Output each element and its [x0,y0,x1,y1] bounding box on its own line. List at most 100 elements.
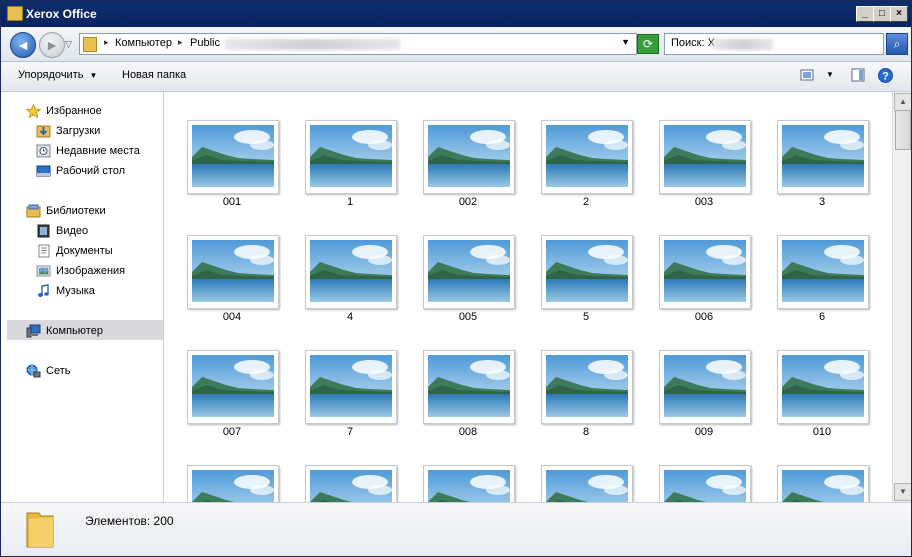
search-button[interactable]: ⌕ [886,33,908,55]
file-tile[interactable] [421,463,517,502]
file-name: 8 [582,426,590,438]
title-bar[interactable]: Xerox Office _ □ × [1,1,911,27]
file-tile[interactable]: 8 [539,348,635,448]
item-count: Элементов: 200 [85,514,174,528]
file-tile[interactable] [539,463,635,502]
file-name: 4 [346,311,354,323]
image-thumbnail [423,465,515,502]
redacted-search-text [713,39,773,50]
new-folder-button[interactable]: Новая папка [122,69,186,81]
search-input[interactable]: Поиск: X [664,33,884,55]
view-dropdown-icon[interactable]: ▼ [826,70,834,79]
nav-item-label: Недавние места [56,145,140,157]
desktop-icon [36,165,51,177]
downloads-icon [36,125,51,138]
file-tile[interactable]: 007 [185,348,281,448]
image-thumbnail [305,120,397,194]
file-tile[interactable]: 3 [775,118,871,218]
nav-computer-label: Компьютер [46,325,103,337]
file-tile[interactable]: 7 [303,348,399,448]
file-tile[interactable]: 1 [303,118,399,218]
scroll-down-button[interactable]: ▼ [894,483,911,501]
file-tile[interactable]: 004 [185,233,281,333]
file-tile[interactable]: 002 [421,118,517,218]
breadcrumb[interactable]: ▸ Компьютер ▸ Public ▼ [79,33,637,55]
file-view: 001 1 002 2 003 3 004 4 005 5 006 6 007 7 008 8 009 010 [164,92,892,502]
image-thumbnail [187,120,279,194]
breadcrumb-computer[interactable]: Компьютер [115,37,172,49]
close-button[interactable]: × [890,6,908,22]
forward-button[interactable]: ► [39,32,65,58]
file-tile[interactable] [185,463,281,502]
organize-button[interactable]: Упорядочить ▼ [18,69,97,81]
image-thumbnail [305,465,397,502]
file-tile[interactable]: 001 [185,118,281,218]
help-icon[interactable]: ? [878,68,893,83]
folder-icon [83,37,97,52]
help-glyph: ? [882,71,889,83]
image-thumbnail [541,465,633,502]
breadcrumb-separator-icon[interactable]: ▸ [178,37,183,48]
file-tile[interactable] [303,463,399,502]
nav-item-label: Загрузки [56,125,101,137]
file-name: 009 [694,426,714,438]
file-tile[interactable]: 2 [539,118,635,218]
image-thumbnail [305,235,397,309]
file-name: 006 [694,311,714,323]
image-thumbnail [659,465,751,502]
image-thumbnail [659,350,751,424]
scroll-up-button[interactable]: ▲ [894,93,911,111]
video-library-icon [37,224,50,238]
computer-icon [26,324,41,338]
file-tile[interactable]: 5 [539,233,635,333]
organize-label: Упорядочить [18,69,84,81]
file-tile[interactable] [657,463,753,502]
image-thumbnail [423,235,515,309]
image-thumbnail [541,350,633,424]
image-thumbnail [659,235,751,309]
nav-favorites-label: Избранное [46,105,102,117]
preview-pane-icon[interactable] [851,68,865,82]
image-thumbnail [659,120,751,194]
image-thumbnail [187,350,279,424]
image-thumbnail [777,465,869,502]
file-tile[interactable] [775,463,871,502]
music-library-icon [38,284,49,297]
file-tile[interactable]: 009 [657,348,753,448]
history-dropdown-icon[interactable]: ▽ [65,39,72,50]
nav-libraries-label: Библиотеки [46,205,106,217]
file-tile[interactable]: 6 [775,233,871,333]
maximize-button[interactable]: □ [873,6,891,22]
libraries-icon [26,204,41,218]
file-tile[interactable]: 010 [775,348,871,448]
folder-icon [26,512,54,548]
breadcrumb-separator-icon[interactable]: ▸ [104,37,109,48]
image-thumbnail [423,350,515,424]
file-name: 001 [222,196,242,208]
breadcrumb-public[interactable]: Public [190,37,220,49]
file-tile[interactable]: 4 [303,233,399,333]
file-tile[interactable]: 005 [421,233,517,333]
file-tile[interactable]: 006 [657,233,753,333]
minimize-button[interactable]: _ [856,6,874,22]
view-options-icon[interactable] [800,68,814,82]
file-name: 3 [818,196,826,208]
file-name: 004 [222,311,242,323]
scrollbar-thumb[interactable] [895,110,911,150]
vertical-scrollbar[interactable]: ▲ ▼ [892,92,911,502]
file-name: 002 [458,196,478,208]
address-dropdown-icon[interactable]: ▼ [621,37,630,47]
star-icon [26,104,41,118]
folder-icon [7,6,23,21]
recent-places-icon [36,144,51,158]
command-bar: Упорядочить ▼ Новая папка ▼ ? [1,62,911,92]
image-thumbnail [541,235,633,309]
back-button[interactable]: ◄ [10,32,36,58]
refresh-button[interactable]: ⟳ [637,34,659,54]
file-name: 5 [582,311,590,323]
image-thumbnail [777,120,869,194]
address-bar-area: ◄ ► ▽ ▸ Компьютер ▸ Public ▼ ⟳ Поиск: X … [1,27,911,62]
file-tile[interactable]: 003 [657,118,753,218]
file-name: 6 [818,311,826,323]
file-tile[interactable]: 008 [421,348,517,448]
